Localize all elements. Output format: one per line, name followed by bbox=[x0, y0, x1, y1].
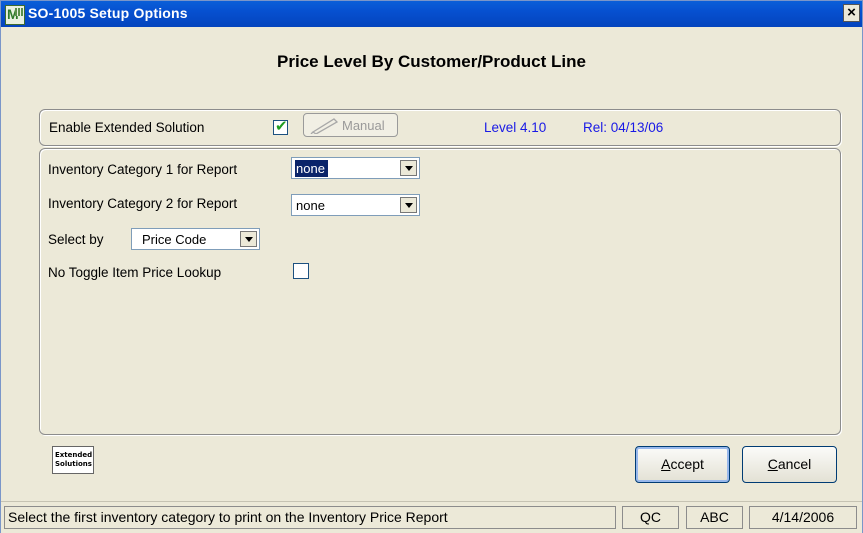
logo-line1: Extended bbox=[55, 451, 93, 459]
no-toggle-checkbox[interactable] bbox=[293, 263, 309, 279]
select-by-label: Select by bbox=[48, 232, 104, 247]
cancel-label: ancel bbox=[777, 456, 812, 472]
version-level: Level 4.10 bbox=[484, 120, 547, 135]
title-bar[interactable]: M SO-1005 Setup Options × bbox=[1, 1, 862, 27]
status-message: Select the first inventory category to p… bbox=[4, 506, 616, 529]
manual-button-label: Manual bbox=[342, 118, 385, 133]
pencil-icon bbox=[310, 118, 339, 134]
enable-extended-label: Enable Extended Solution bbox=[49, 120, 205, 135]
checkmark-icon: ✔ bbox=[275, 117, 288, 135]
status-date: 4/14/2006 bbox=[749, 506, 857, 529]
accept-label: ccept bbox=[670, 456, 704, 472]
release-date: Rel: 04/13/06 bbox=[583, 120, 664, 135]
extended-solutions-logo: Extended Solutions bbox=[52, 446, 94, 474]
chevron-down-icon[interactable] bbox=[400, 197, 417, 213]
category2-select[interactable]: none bbox=[291, 194, 420, 216]
app-icon[interactable]: M bbox=[5, 5, 25, 25]
close-button[interactable]: × bbox=[843, 4, 860, 22]
page-title: Price Level By Customer/Product Line bbox=[277, 52, 586, 71]
window-title: SO-1005 Setup Options bbox=[28, 5, 188, 21]
status-module: QC bbox=[622, 506, 679, 529]
chevron-down-icon[interactable] bbox=[240, 231, 257, 247]
category1-label: Inventory Category 1 for Report bbox=[48, 162, 238, 177]
manual-button[interactable]: Manual bbox=[303, 113, 398, 137]
status-company: ABC bbox=[686, 506, 743, 529]
setup-options-window: M SO-1005 Setup Options × Price Level By… bbox=[0, 0, 863, 533]
category1-value: none bbox=[294, 159, 329, 178]
options-group bbox=[39, 148, 841, 435]
cancel-hotkey: C bbox=[767, 456, 778, 472]
enable-extended-checkbox[interactable]: ✔ bbox=[273, 117, 288, 135]
logo-line2: Solutions bbox=[55, 460, 92, 468]
category1-select[interactable]: none bbox=[291, 157, 420, 179]
select-by-value: Price Code bbox=[142, 232, 207, 247]
chevron-down-icon[interactable] bbox=[400, 160, 417, 176]
category2-label: Inventory Category 2 for Report bbox=[48, 196, 238, 211]
cancel-button[interactable]: Cancel bbox=[742, 446, 837, 483]
category2-value: none bbox=[296, 198, 325, 213]
select-by-select[interactable]: Price Code bbox=[131, 228, 260, 250]
accept-button[interactable]: Accept bbox=[635, 446, 730, 483]
no-toggle-label: No Toggle Item Price Lookup bbox=[48, 265, 222, 280]
status-bar: Select the first inventory category to p… bbox=[1, 501, 862, 533]
